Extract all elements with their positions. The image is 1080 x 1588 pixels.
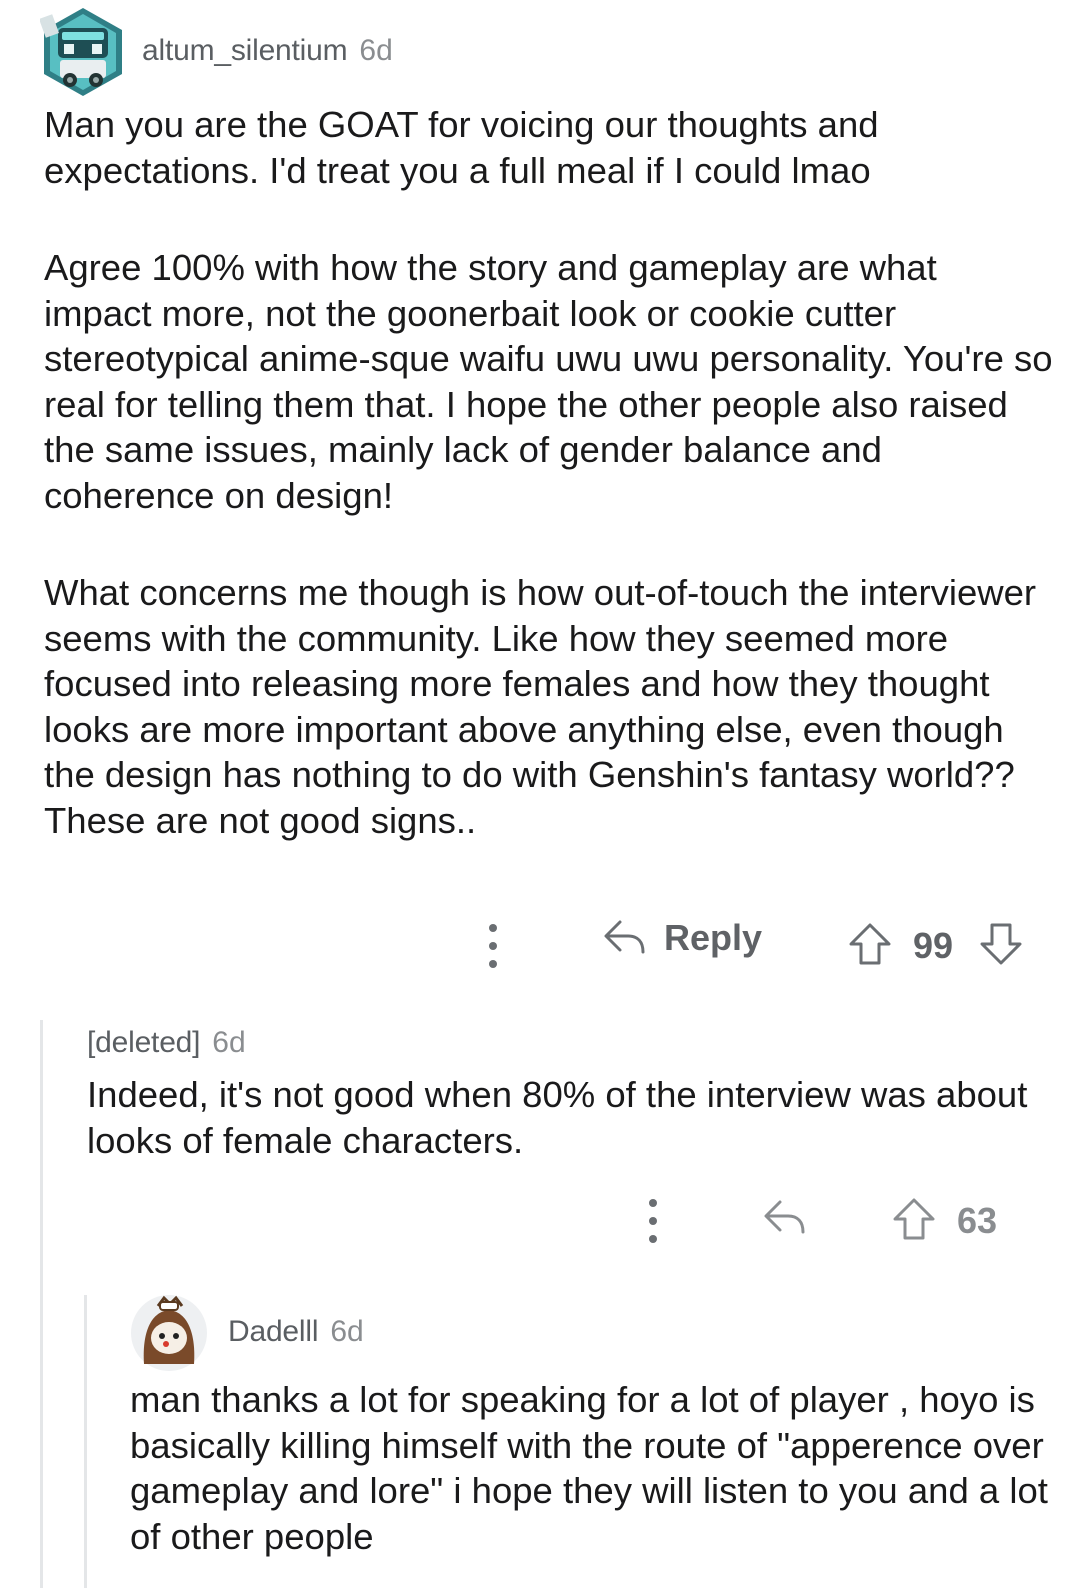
comment-paragraph: Agree 100% with how the story and gamepl… — [44, 247, 1053, 516]
downvote-icon[interactable] — [979, 922, 1023, 971]
thread-line[interactable] — [40, 1020, 43, 1588]
comment-paragraph: What concerns me though is how out-of-to… — [44, 572, 1037, 841]
reply-label: Reply — [664, 917, 763, 958]
comment-body: Indeed, it's not good when 80% of the in… — [87, 1072, 1047, 1163]
timestamp: 6d — [212, 1026, 246, 1059]
comment-paragraph: man thanks a lot for speaking for a lot … — [130, 1379, 1048, 1557]
upvote-icon[interactable] — [848, 922, 892, 971]
vote-count: 99 — [913, 925, 954, 966]
comment-paragraph: Man you are the GOAT for voicing our tho… — [44, 104, 879, 191]
comment-meta: altum_silentium 6d — [142, 34, 393, 68]
username[interactable]: altum_silentium — [142, 34, 348, 68]
hooded-character-avatar-icon[interactable] — [130, 1294, 208, 1372]
reply-arrow-icon[interactable] — [762, 1198, 806, 1243]
comment-body: Man you are the GOAT for voicing our tho… — [44, 102, 1054, 843]
reply-button[interactable]: Reply — [602, 917, 762, 959]
upvote-icon[interactable] — [892, 1197, 936, 1246]
vote-count: 63 — [957, 1200, 998, 1241]
username[interactable]: Dadelll — [228, 1315, 319, 1349]
comment-meta: [deleted] 6d — [87, 1026, 246, 1060]
thread-line[interactable] — [84, 1295, 87, 1588]
comment-paragraph: Indeed, it's not good when 80% of the in… — [87, 1074, 1028, 1161]
reply-arrow-icon — [604, 920, 645, 954]
comment-meta: Dadelll 6d — [228, 1315, 364, 1349]
username: [deleted] — [87, 1026, 201, 1059]
timestamp: 6d — [330, 1315, 364, 1348]
robot-avatar-icon[interactable] — [39, 6, 126, 98]
timestamp: 6d — [359, 34, 393, 67]
more-options-icon[interactable] — [486, 924, 500, 968]
more-options-icon[interactable] — [646, 1199, 660, 1243]
comment-body: man thanks a lot for speaking for a lot … — [130, 1377, 1050, 1559]
